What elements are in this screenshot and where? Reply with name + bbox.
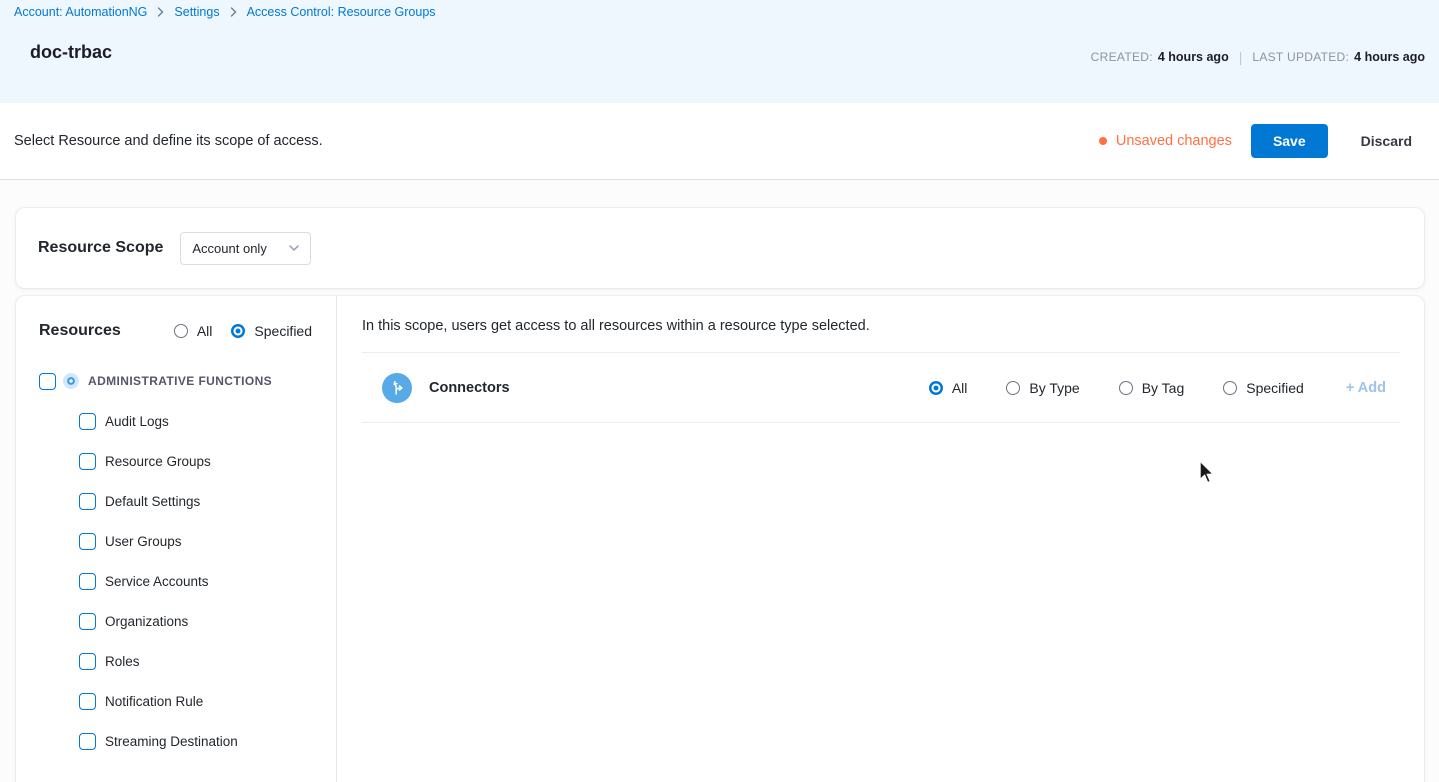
radio-label: Specified [1246,380,1304,396]
tree-item-default-settings: Default Settings [79,481,312,521]
breadcrumb-settings-link[interactable]: Settings [174,5,219,19]
tree-item-resource-groups: Resource Groups [79,441,312,481]
resource-scope-card: Resource Scope Account only [16,208,1424,288]
resource-scope-selected-value: Account only [192,241,266,256]
resources-card: Resources All Specified ADMINISTRATIVE F… [16,296,1424,782]
tree-item-label: Service Accounts [105,574,209,589]
radio-label: By Type [1029,380,1079,396]
scope-description: In this scope, users get access to all r… [362,318,1400,334]
meta-divider: | [1239,49,1243,65]
resource-scope-select[interactable]: Account only [180,232,311,265]
radio-icon[interactable] [1119,381,1133,395]
radio-label: All [952,380,968,396]
tree-item-label: Organizations [105,614,188,629]
connectors-by-type-radio[interactable]: By Type [1006,380,1079,396]
radio-label: By Tag [1142,380,1185,396]
resource-checkbox[interactable] [79,533,96,550]
tree-item-label: Notification Rule [105,694,203,709]
resource-checkbox[interactable] [79,653,96,670]
created-value: 4 hours ago [1158,50,1229,64]
tree-item-roles: Roles [79,641,312,681]
unsaved-changes-indicator: Unsaved changes [1099,133,1232,149]
add-resources-link[interactable]: + Add [1346,380,1386,396]
resource-checkbox[interactable] [79,573,96,590]
breadcrumb-account-link[interactable]: Account: AutomationNG [14,5,147,19]
radio-selected-icon[interactable] [231,324,245,338]
resource-checkbox[interactable] [79,493,96,510]
unsaved-changes-label: Unsaved changes [1116,133,1232,149]
connectors-label: Connectors [429,380,510,396]
breadcrumb: Account: AutomationNG Settings Access Co… [14,5,1425,19]
resources-sidebar: Resources All Specified ADMINISTRATIVE F… [16,296,337,782]
tree-item-organizations: Organizations [79,601,312,641]
tree-item-audit-logs: Audit Logs [79,401,312,441]
chevron-right-icon [230,7,237,17]
tree-item-label: Default Settings [105,494,200,509]
resource-checkbox[interactable] [79,453,96,470]
resources-title: Resources [39,322,121,340]
unsaved-dot-icon [1099,137,1107,145]
resource-checkbox[interactable] [79,733,96,750]
resource-checkbox[interactable] [79,693,96,710]
radio-selected-icon[interactable] [929,381,943,395]
radio-label: All [197,323,213,339]
scope-detail-panel: In this scope, users get access to all r… [337,296,1424,782]
last-updated-label: LAST UPDATED: [1252,50,1349,64]
tree-item-streaming-destination: Streaming Destination [79,721,312,761]
last-updated-value: 4 hours ago [1354,50,1425,64]
tree-item-label: Resource Groups [105,454,211,469]
tree-item-label: Streaming Destination [105,734,238,749]
resource-type-tree: ADMINISTRATIVE FUNCTIONS Audit Logs Reso… [39,361,312,761]
radio-icon[interactable] [1006,381,1020,395]
resources-specified-radio[interactable]: Specified [231,323,312,339]
chevron-right-icon [157,7,164,17]
resource-checkbox[interactable] [79,613,96,630]
resource-checkbox[interactable] [79,413,96,430]
connectors-row: Connectors All By Type By Tag Specified [362,352,1400,423]
tree-item-label: User Groups [105,534,182,549]
toolbar-description: Select Resource and define its scope of … [14,133,1099,149]
connectors-specified-radio[interactable]: Specified [1223,380,1304,396]
connectors-icon [382,373,412,403]
administrative-functions-checkbox[interactable] [39,373,56,390]
tree-group-label: ADMINISTRATIVE FUNCTIONS [88,374,272,388]
connectors-all-radio[interactable]: All [929,380,968,396]
discard-button[interactable]: Discard [1361,133,1412,149]
tree-group-row: ADMINISTRATIVE FUNCTIONS [39,361,312,401]
header-meta: CREATED: 4 hours ago | LAST UPDATED: 4 h… [1091,49,1425,65]
resources-all-radio[interactable]: All [174,323,213,339]
radio-label: Specified [254,323,312,339]
radio-icon[interactable] [1223,381,1237,395]
created-label: CREATED: [1091,50,1153,64]
connectors-scope-radio-group: All By Type By Tag Specified [929,380,1304,396]
chevron-down-icon [288,244,300,252]
tree-item-label: Audit Logs [105,414,169,429]
resources-mode-radio-group: All Specified [174,323,312,339]
radio-icon[interactable] [174,324,188,338]
connectors-by-tag-radio[interactable]: By Tag [1119,380,1185,396]
resource-scope-label: Resource Scope [38,239,163,257]
action-toolbar: Select Resource and define its scope of … [0,103,1439,180]
tree-item-user-groups: User Groups [79,521,312,561]
administrative-functions-icon [63,373,79,389]
breadcrumb-resource-groups-link[interactable]: Access Control: Resource Groups [247,5,436,19]
tree-item-service-accounts: Service Accounts [79,561,312,601]
tree-item-label: Roles [105,654,140,669]
page-header: Account: AutomationNG Settings Access Co… [0,0,1439,103]
tree-item-notification-rule: Notification Rule [79,681,312,721]
save-button[interactable]: Save [1251,124,1328,158]
